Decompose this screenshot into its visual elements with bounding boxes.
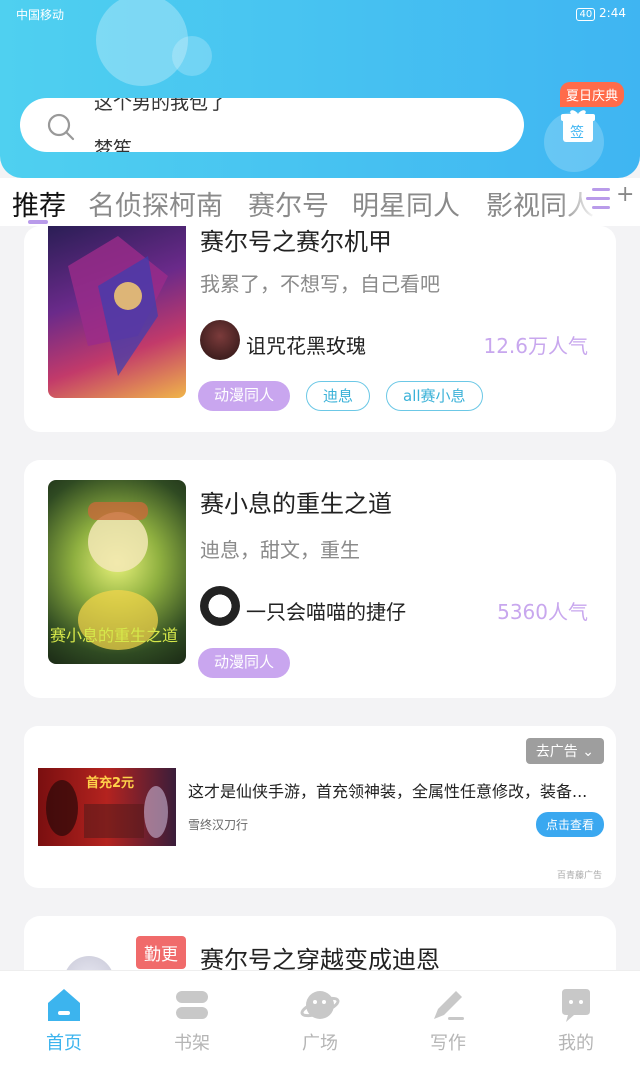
ad-provider-mark: 百青藤广告 (556, 871, 602, 881)
ad-image: 首充2元 (38, 768, 176, 846)
nav-plaza[interactable]: 广场 (256, 971, 384, 1067)
battery-level: 40 (576, 8, 596, 21)
book-cover: 赛小息的重生之道 (48, 480, 186, 664)
more-tabs-icon[interactable]: + (616, 182, 634, 207)
gift-icon: 签 (560, 108, 596, 144)
author-name[interactable]: 诅咒花黑玫瑰 (246, 330, 366, 359)
book-description: 我累了，不想写，自己看吧 (200, 272, 440, 296)
author-avatar[interactable] (200, 320, 240, 360)
status-bar: 中国移动 40 2:44 (0, 0, 640, 28)
tag[interactable]: 动漫同人 (198, 381, 291, 411)
checkin-label: 签 (570, 125, 584, 141)
profile-icon (562, 989, 590, 1022)
ad-title: 这才是仙侠手游，首充领神装，全属性任意修改，装备... (188, 782, 588, 801)
cover-caption: 赛小息的重生之道 (50, 626, 179, 645)
tab-celebrity[interactable]: 明星同人 (352, 184, 460, 223)
write-icon (434, 991, 464, 1020)
nav-home[interactable]: 首页 (0, 971, 128, 1067)
decor-bubble (172, 36, 212, 76)
popularity-count: 5360人气 (497, 600, 588, 624)
popularity-count: 12.6万人气 (483, 334, 588, 358)
category-menu-icon[interactable] (582, 186, 612, 212)
tab-conan[interactable]: 名侦探柯南 (88, 184, 223, 223)
active-tab-indicator (28, 220, 48, 224)
book-card[interactable]: 赛尔号之赛尔机甲 我累了，不想写，自己看吧 诅咒花黑玫瑰 12.6万人气 动漫同… (24, 226, 616, 432)
bookshelf-icon (176, 991, 208, 1019)
event-badge: 夏日庆典 (560, 82, 625, 107)
nav-write[interactable]: 写作 (384, 971, 512, 1067)
author-avatar[interactable] (200, 586, 240, 626)
nav-me[interactable]: 我的 (512, 971, 640, 1067)
book-title: 赛尔号之赛尔机甲 (200, 228, 392, 256)
home-icon (48, 989, 80, 1021)
tag[interactable]: all赛小息 (386, 381, 483, 411)
search-bar[interactable]: 这个男的我包了 梦笙 (20, 98, 524, 152)
book-cover (48, 226, 186, 398)
book-title: 赛小息的重生之道 (200, 490, 392, 518)
book-description: 迪息，甜文，重生 (200, 538, 360, 562)
tag[interactable]: 动漫同人 (198, 648, 291, 678)
search-rotating-hint: 梦笙 (94, 138, 133, 152)
update-badge: 勤更 (136, 936, 186, 969)
search-icon (47, 113, 75, 141)
clock: 2:44 (599, 6, 626, 20)
planet-icon (300, 991, 340, 1019)
search-rotating-hint: 这个男的我包了 (94, 98, 228, 114)
ad-view-button[interactable]: 点击查看 (535, 812, 604, 837)
carrier-label: 中国移动 (16, 8, 65, 22)
header: 中国移动 40 2:44 这个男的我包了 梦笙 夏日庆典 签 (0, 0, 640, 178)
nav-home-label: 首页 (46, 1033, 82, 1054)
checkin-button[interactable]: 夏日庆典 签 (560, 82, 626, 152)
nav-plaza-label: 广场 (302, 1033, 338, 1054)
category-tabs: 推荐 名侦探柯南 赛尔号 明星同人 影视同人 + (0, 178, 640, 226)
ad-card[interactable]: 去广告 ⌄ 首充2元 这才是仙侠手游，首充领神装，全属性任意修改，装备... 雪… (24, 726, 616, 888)
nav-bookshelf[interactable]: 书架 (128, 971, 256, 1067)
nav-me-label: 我的 (558, 1033, 594, 1054)
ad-source: 雪终汉刀行 (188, 818, 249, 832)
nav-write-label: 写作 (430, 1033, 466, 1054)
tab-seer[interactable]: 赛尔号 (248, 184, 329, 223)
remove-ad-button[interactable]: 去广告 ⌄ (525, 738, 604, 764)
book-card[interactable]: 赛小息的重生之道 赛小息的重生之道 迪息，甜文，重生 一只会喵喵的捷仔 5360… (24, 460, 616, 698)
bottom-navigation: 首页 书架 广场 写作 我的 (0, 970, 640, 1067)
tab-recommend[interactable]: 推荐 (12, 184, 66, 223)
nav-bookshelf-label: 书架 (174, 1033, 210, 1054)
author-name[interactable]: 一只会喵喵的捷仔 (246, 596, 406, 625)
tag[interactable]: 迪息 (306, 381, 371, 411)
